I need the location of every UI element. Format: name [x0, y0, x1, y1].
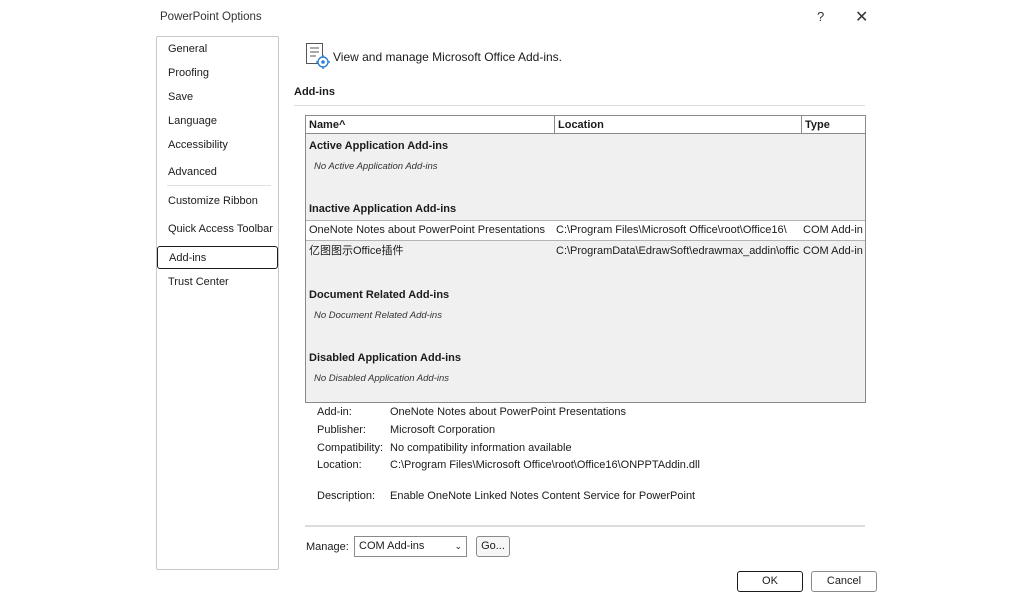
sidebar-item-advanced[interactable]: Advanced: [157, 161, 278, 183]
sidebar-item-save[interactable]: Save: [157, 86, 278, 108]
group-title-document: Document Related Add-ins: [309, 289, 450, 301]
group-empty-document: No Document Related Add-ins: [314, 310, 442, 321]
detail-compatibility-value: No compatibility information available: [390, 442, 572, 454]
column-header-location[interactable]: Location: [554, 116, 801, 134]
sidebar-divider: [167, 185, 271, 186]
sidebar-item-language[interactable]: Language: [157, 110, 278, 132]
column-header-type[interactable]: Type: [801, 116, 865, 134]
group-title-active: Active Application Add-ins: [309, 140, 449, 152]
detail-addin-value: OneNote Notes about PowerPoint Presentat…: [390, 406, 627, 418]
sidebar-item-customize-ribbon[interactable]: Customize Ribbon: [157, 190, 278, 212]
detail-description-value: Enable OneNote Linked Notes Content Serv…: [390, 490, 696, 502]
detail-location-value: C:\Program Files\Microsoft Office\root\O…: [390, 459, 700, 471]
addins-gear-icon: [305, 42, 330, 69]
go-button[interactable]: Go...: [476, 536, 510, 557]
sidebar-item-general[interactable]: General: [157, 38, 278, 60]
row-name: OneNote Notes about PowerPoint Presentat…: [309, 224, 546, 236]
options-sidebar: General Proofing Save Language Accessibi…: [156, 36, 279, 570]
table-row[interactable]: 亿图图示Office插件 C:\ProgramData\EdrawSoft\ed…: [306, 241, 865, 262]
detail-description-label: Description:: [317, 490, 376, 502]
sidebar-item-add-ins[interactable]: Add-ins: [157, 246, 278, 269]
manage-divider: [305, 525, 865, 527]
sidebar-item-proofing[interactable]: Proofing: [157, 62, 278, 84]
section-title: Add-ins: [294, 86, 335, 98]
row-type: COM Add-in: [803, 224, 863, 236]
group-empty-active: No Active Application Add-ins: [314, 161, 438, 172]
group-title-disabled: Disabled Application Add-ins: [309, 352, 461, 364]
page-description: View and manage Microsoft Office Add-ins…: [333, 50, 563, 64]
group-title-inactive: Inactive Application Add-ins: [309, 203, 457, 215]
row-name: 亿图图示Office插件: [309, 245, 404, 257]
manage-label: Manage:: [306, 541, 349, 553]
detail-publisher-value: Microsoft Corporation: [390, 424, 496, 436]
group-empty-disabled: No Disabled Application Add-ins: [314, 373, 450, 384]
table-row[interactable]: OneNote Notes about PowerPoint Presentat…: [306, 220, 865, 241]
dialog-title: PowerPoint Options: [160, 11, 262, 23]
detail-publisher-label: Publisher:: [317, 424, 366, 436]
section-divider: [294, 105, 865, 106]
detail-location-label: Location:: [317, 459, 362, 471]
close-button[interactable]: ✕: [855, 7, 868, 27]
help-button[interactable]: ?: [817, 9, 824, 24]
sidebar-item-quick-access-toolbar[interactable]: Quick Access Toolbar: [157, 218, 278, 240]
sidebar-item-accessibility[interactable]: Accessibility: [157, 134, 278, 156]
detail-addin-label: Add-in:: [317, 406, 352, 418]
manage-select[interactable]: COM Add-ins ⌄: [354, 536, 467, 557]
row-location: C:\ProgramData\EdrawSoft\edrawmax_addin\…: [556, 245, 799, 257]
column-header-name-label: Name: [309, 119, 339, 131]
sort-ascending-icon: ^: [338, 119, 346, 131]
addins-table: Name^ Location Type Active Application A…: [305, 115, 866, 403]
column-header-name[interactable]: Name^: [306, 116, 554, 134]
detail-compatibility-label: Compatibility:: [317, 442, 384, 454]
cancel-button[interactable]: Cancel: [811, 571, 877, 592]
chevron-down-icon: ⌄: [454, 541, 462, 551]
row-type: COM Add-in: [803, 245, 863, 257]
sidebar-item-trust-center[interactable]: Trust Center: [157, 271, 278, 293]
row-location: C:\Program Files\Microsoft Office\root\O…: [556, 224, 787, 236]
manage-select-value: COM Add-ins: [359, 540, 425, 552]
ok-button[interactable]: OK: [737, 571, 803, 592]
